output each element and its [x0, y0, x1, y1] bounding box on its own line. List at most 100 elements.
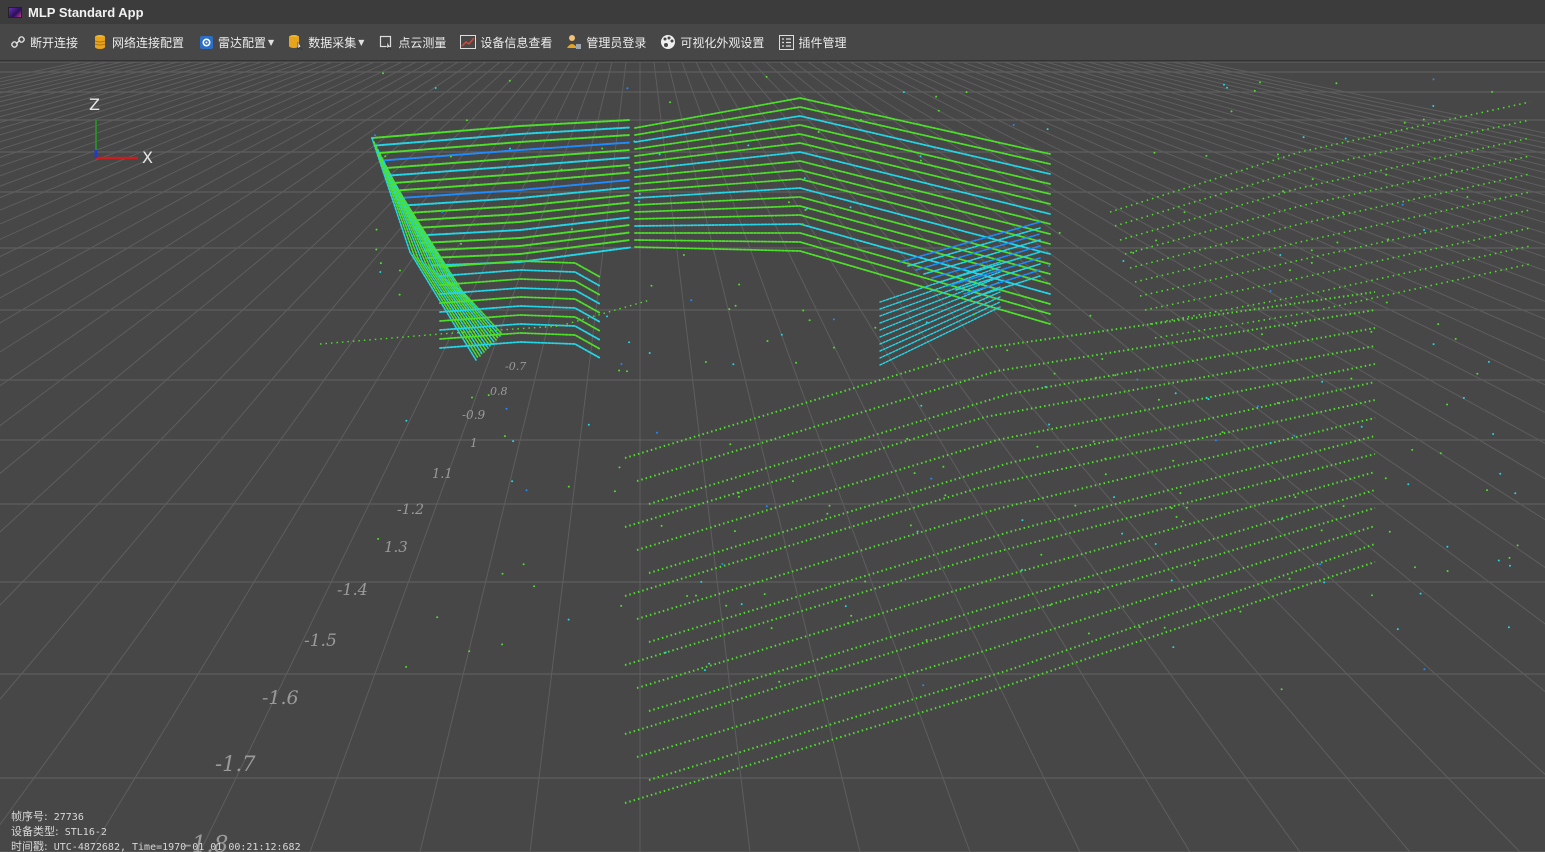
point	[1121, 532, 1124, 535]
scan-line	[648, 543, 1376, 781]
scan-line	[648, 435, 1376, 643]
device-type-label: 设备类型:	[11, 825, 59, 838]
point	[1163, 626, 1166, 629]
point	[765, 505, 768, 508]
point	[567, 485, 570, 488]
point	[1487, 360, 1490, 363]
grid-line	[0, 62, 123, 90]
point	[525, 489, 528, 492]
point	[703, 669, 706, 672]
point	[1223, 83, 1225, 86]
point-cloud-viewport[interactable]: -0.7 0.8 -0.9 1 1.1 -1.2 1.3 -1.4 -1.5 -1.6 -1.7 -1…	[0, 62, 1545, 852]
point	[1021, 568, 1023, 571]
point	[906, 437, 909, 440]
point	[920, 404, 923, 407]
radar-config-dropdown[interactable]: 雷达配置 ▼	[194, 29, 278, 55]
network-config-button[interactable]: 网络连接配置	[88, 29, 188, 55]
device-info-button[interactable]: 设备信息查看	[456, 29, 556, 55]
point	[864, 580, 867, 583]
point	[817, 131, 820, 133]
frame-number-value: 27736	[53, 812, 84, 823]
timestamp-label: 时间戳:	[11, 840, 48, 852]
timestamp-value: UTC-4872682, Time=1970 01 01 00:21:12:68…	[53, 842, 301, 852]
data-collect-dropdown[interactable]: 数据采集 ▼	[284, 29, 368, 55]
point	[1466, 196, 1469, 198]
app-logo-icon	[8, 6, 22, 18]
point	[533, 585, 536, 588]
point	[1319, 563, 1322, 566]
point	[1396, 628, 1399, 631]
grid-line	[751, 62, 1521, 852]
depth-tick-label: 1	[470, 436, 478, 450]
grid-line	[737, 62, 1411, 852]
point	[1414, 566, 1416, 569]
disconnect-button[interactable]: 断开连接	[6, 29, 82, 55]
point	[847, 622, 849, 625]
point	[405, 419, 408, 422]
point	[801, 223, 804, 226]
scan-line	[648, 381, 1376, 574]
timestamp-row: 时间戳: UTC-4872682, Time=1970 01 01 00:21:…	[11, 838, 301, 852]
chart-icon	[460, 34, 477, 50]
point	[648, 352, 651, 354]
grid-line	[0, 62, 207, 118]
point	[1170, 507, 1173, 510]
point	[1036, 445, 1039, 448]
plugin-manager-button[interactable]: 插件管理	[774, 29, 850, 55]
point	[937, 109, 940, 112]
point	[1302, 136, 1305, 139]
point	[1049, 604, 1052, 607]
point	[506, 166, 509, 169]
appearance-settings-button[interactable]: 可视化外观设置	[656, 29, 768, 55]
point	[704, 361, 707, 363]
point	[1221, 431, 1224, 434]
admin-login-button[interactable]: 管理员登录	[562, 29, 650, 55]
point	[909, 524, 912, 527]
point	[1476, 372, 1479, 375]
point	[613, 490, 616, 493]
grid-line	[0, 62, 333, 187]
point	[1432, 343, 1435, 346]
point	[375, 248, 378, 251]
point	[434, 87, 437, 89]
point	[1089, 314, 1092, 317]
point	[686, 595, 689, 597]
grid-line	[695, 62, 1081, 852]
point	[398, 293, 401, 296]
point	[1401, 203, 1404, 206]
point	[1239, 610, 1242, 613]
point	[1122, 260, 1125, 262]
point	[844, 605, 847, 608]
point	[441, 211, 444, 213]
user-lock-icon	[566, 34, 582, 50]
point	[973, 313, 975, 316]
point	[1279, 254, 1282, 256]
point	[1259, 81, 1261, 84]
point-cloud-measure-button[interactable]: 点云测量	[374, 29, 450, 55]
point	[1183, 211, 1186, 214]
point	[919, 159, 922, 162]
point	[508, 79, 511, 82]
point	[1403, 121, 1406, 124]
point-cloud-canvas[interactable]: -0.70.8-0.911.1-1.21.3-1.4-1.5-1.6-1.7-1…	[0, 62, 1545, 852]
point	[1261, 333, 1263, 336]
point	[628, 166, 631, 169]
point	[1310, 261, 1313, 264]
point	[587, 423, 590, 426]
point	[935, 95, 938, 98]
scan-line	[648, 327, 1376, 505]
grid-line	[0, 62, 305, 167]
scan-line	[1129, 173, 1531, 269]
point	[1423, 668, 1426, 671]
point	[1154, 543, 1157, 545]
point	[1516, 544, 1519, 547]
point	[1336, 241, 1339, 244]
point	[795, 361, 798, 364]
point	[379, 271, 382, 273]
point	[1387, 238, 1390, 241]
device-type-row: 设备类型: STL16-2	[11, 823, 107, 839]
point	[874, 326, 877, 329]
palette-icon	[660, 34, 676, 50]
grid-line	[0, 62, 151, 98]
point	[522, 563, 525, 566]
